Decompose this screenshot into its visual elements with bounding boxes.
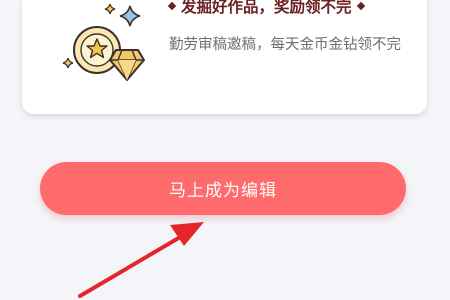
red-arrow-icon <box>78 222 204 298</box>
